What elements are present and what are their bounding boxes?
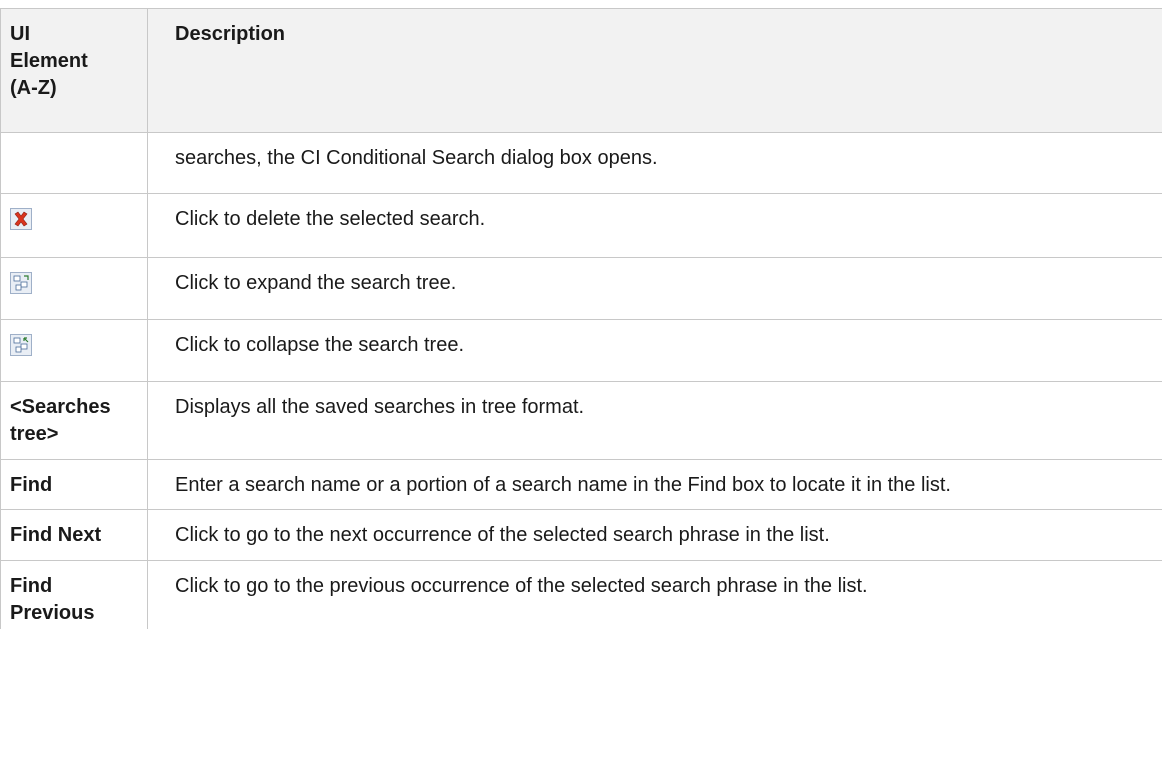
description-cell: searches, the CI Conditional Search dial… — [175, 147, 658, 169]
ui-element-cell — [0, 258, 148, 319]
ui-element-line: Previous — [10, 602, 95, 624]
description-cell: Click to go to the previous occurrence o… — [175, 575, 868, 597]
table-row: Find Enter a search name or a portion of… — [0, 460, 1162, 510]
description-cell: Displays all the saved searches in tree … — [175, 396, 585, 418]
table-row: Click to collapse the search tree. — [0, 320, 1162, 382]
column-header-line: Element — [10, 50, 88, 72]
ui-element-cell — [0, 194, 148, 257]
column-header-ui-element: UI Element (A-Z) — [0, 9, 148, 132]
ui-element-line: Find — [10, 575, 53, 597]
column-header-line: (A-Z) — [10, 77, 57, 99]
expand-tree-icon — [10, 272, 32, 294]
table-row: Find Next Click to go to the next occurr… — [0, 510, 1162, 561]
ui-element-cell — [0, 133, 148, 193]
description-cell: Click to delete the selected search. — [175, 208, 486, 230]
table-row: Click to expand the search tree. — [0, 258, 1162, 320]
ui-element-cell: <Searches tree> — [0, 382, 148, 459]
ui-element-line: <Searches — [10, 396, 111, 418]
ui-element-line: tree> — [10, 423, 59, 445]
ui-element-cell: Find Next — [0, 510, 148, 560]
description-cell: Click to collapse the search tree. — [175, 334, 465, 356]
table-row: searches, the CI Conditional Search dial… — [0, 133, 1162, 194]
ui-elements-table: UI Element (A-Z) Description searches, t… — [0, 8, 1162, 629]
ui-element-cell: Find — [0, 460, 148, 509]
column-header-description: Description — [175, 23, 286, 45]
table-row: Click to delete the selected search. — [0, 194, 1162, 258]
delete-icon — [10, 208, 32, 230]
column-header-line: UI — [10, 23, 30, 45]
collapse-tree-icon — [10, 334, 32, 356]
description-cell: Click to go to the next occurrence of th… — [175, 524, 830, 546]
table-row: Find Previous Click to go to the previou… — [0, 561, 1162, 629]
ui-element-cell: Find Previous — [0, 561, 148, 629]
ui-element-cell — [0, 320, 148, 381]
table-row: <Searches tree> Displays all the saved s… — [0, 382, 1162, 460]
table-header-row: UI Element (A-Z) Description — [0, 9, 1162, 133]
description-cell: Click to expand the search tree. — [175, 272, 457, 294]
description-cell: Enter a search name or a portion of a se… — [175, 474, 951, 496]
